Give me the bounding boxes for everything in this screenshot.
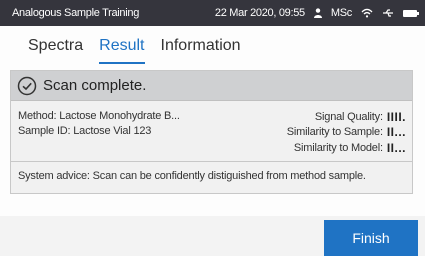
usb-icon [382, 8, 394, 18]
similarity-to-sample: Similarity to Sample: II... [287, 125, 406, 139]
app-title: Analogous Sample Training [12, 7, 140, 19]
similarity-sample-label: Similarity to Sample: [286, 126, 383, 138]
result-details: Method: Lactose Monohydrate B... Sample … [11, 101, 412, 161]
tab-result[interactable]: Result [91, 26, 152, 66]
result-panel-header: Scan complete. [11, 71, 412, 101]
check-circle-icon [17, 76, 37, 96]
similarity-model-label: Similarity to Model: [293, 142, 383, 154]
similarity-model-value: II... [386, 141, 406, 155]
sample-id-text: Sample ID: Lactose Vial 123 [18, 125, 152, 137]
signal-quality-label: Signal Quality: [314, 111, 383, 123]
tab-information[interactable]: Information [153, 26, 249, 66]
result-panel: Scan complete. Method: Lactose Monohydra… [10, 70, 413, 194]
signal-quality-value: IIII. [386, 110, 406, 124]
method-text: Method: Lactose Monohydrate B... [18, 110, 180, 122]
datetime: 22 Mar 2020, 09:55 [214, 7, 305, 19]
battery-icon [403, 9, 419, 17]
system-advice: System advice: Scan can be confidently d… [11, 161, 412, 193]
scan-status: Scan complete. [43, 77, 147, 94]
user-icon [313, 8, 322, 18]
tab-bar: Spectra Result Information [0, 26, 425, 66]
tab-spectra[interactable]: Spectra [20, 26, 91, 66]
similarity-to-model: Similarity to Model: II... [294, 141, 406, 155]
signal-quality: Signal Quality: IIII. [315, 110, 406, 124]
similarity-sample-value: II... [386, 125, 406, 139]
user-name: MSc [330, 7, 352, 19]
status-bar: Analogous Sample Training 22 Mar 2020, 0… [0, 0, 425, 26]
status-bar-right: 22 Mar 2020, 09:55 MSc [214, 7, 419, 19]
wifi-icon [361, 8, 373, 18]
finish-button[interactable]: Finish [324, 220, 418, 256]
